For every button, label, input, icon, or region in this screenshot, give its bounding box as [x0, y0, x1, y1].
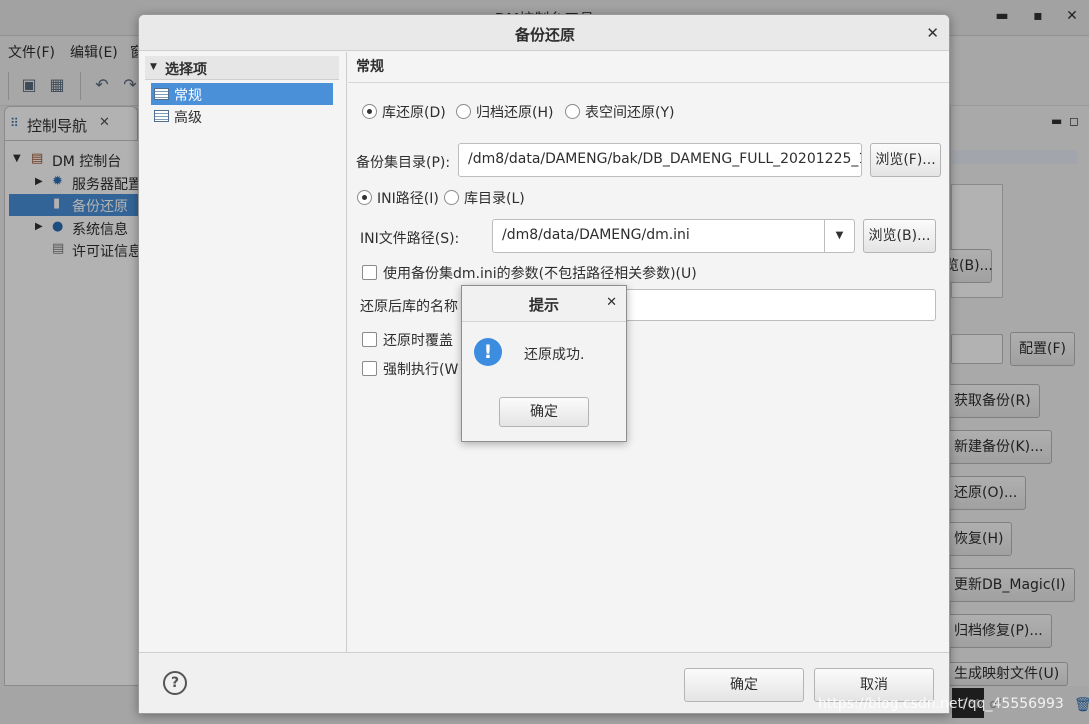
ini-path-label: INI文件路径(S): — [360, 231, 460, 247]
checkbox-label: 使用备份集dm.ini的参数(不包括路径相关参数)(U) — [383, 266, 697, 282]
option-advanced[interactable]: 高级 — [151, 105, 333, 127]
radio-selected-icon — [357, 190, 372, 205]
radio-db-dir[interactable]: 库目录(L) — [444, 188, 525, 208]
close-icon[interactable]: ✕ — [926, 24, 939, 42]
page-icon — [154, 88, 169, 100]
overwrite-checkbox[interactable]: 还原时覆盖 — [362, 330, 453, 350]
chevron-down-icon[interactable]: ▼ — [824, 220, 854, 252]
message-ok-button[interactable]: 确定 — [499, 397, 589, 427]
force-checkbox[interactable]: 强制执行(W — [362, 359, 458, 379]
message-box: 提示 ✕ ! 还原成功. 确定 — [461, 285, 627, 442]
option-label: 常规 — [174, 88, 202, 104]
options-header-label: 选择项 — [165, 62, 207, 78]
use-backup-ini-checkbox[interactable]: 使用备份集dm.ini的参数(不包括路径相关参数)(U) — [362, 263, 697, 283]
radio-label: 库还原(D) — [382, 105, 446, 121]
options-header[interactable]: ▼ 选择项 — [145, 56, 339, 80]
ini-path-combo[interactable]: /dm8/data/DAMENG/dm.ini ▼ — [492, 219, 855, 253]
checkbox-label: 强制执行(W — [383, 362, 459, 378]
radio-icon — [456, 104, 471, 119]
ok-button[interactable]: 确定 — [684, 668, 804, 702]
section-title: 常规 — [356, 59, 384, 75]
checkbox-icon — [362, 332, 377, 347]
restored-name-label: 还原后库的名称 — [360, 299, 458, 315]
browse-b-button[interactable]: 浏览(B)... — [863, 219, 936, 253]
radio-icon — [565, 104, 580, 119]
ini-path-value: /dm8/data/DAMENG/dm.ini — [502, 227, 690, 243]
radio-label: 库目录(L) — [464, 191, 525, 207]
checkbox-icon — [362, 361, 377, 376]
radio-ini-path[interactable]: INI路径(I) — [357, 188, 439, 208]
radio-db-restore[interactable]: 库还原(D) — [362, 102, 446, 122]
restored-name-field[interactable] — [618, 289, 936, 321]
checkbox-icon — [362, 265, 377, 280]
backup-dir-label: 备份集目录(P): — [356, 155, 451, 171]
radio-label: INI路径(I) — [377, 191, 439, 207]
browse-f-button[interactable]: 浏览(F)... — [870, 143, 941, 177]
watermark: https://blog.csdn.net/qq_45556993 — [818, 696, 1064, 712]
radio-label: 表空间还原(Y) — [585, 105, 675, 121]
radio-label: 归档还原(H) — [476, 105, 554, 121]
backup-dir-field[interactable]: /dm8/data/DAMENG/bak/DB_DAMENG_FULL_2020… — [458, 143, 862, 177]
message-box-titlebar: 提示 ✕ — [462, 286, 626, 322]
info-icon: ! — [474, 338, 502, 366]
options-panel: ▼ 选择项 常规 高级 — [139, 52, 347, 652]
radio-archive-restore[interactable]: 归档还原(H) — [456, 102, 553, 122]
dialog-titlebar: 备份还原 ✕ — [139, 15, 949, 51]
option-label: 高级 — [174, 110, 202, 126]
radio-icon — [444, 190, 459, 205]
expand-arrow-icon: ▼ — [150, 62, 157, 72]
section-divider — [348, 82, 949, 83]
radio-selected-icon — [362, 104, 377, 119]
checkbox-label: 还原时覆盖 — [383, 333, 453, 349]
general-page: 常规 库还原(D) 归档还原(H) 表空间还原(Y) 备份集目录(P): /dm… — [348, 52, 949, 652]
option-general[interactable]: 常规 — [151, 83, 333, 105]
message-box-title: 提示 — [528, 296, 559, 314]
radio-tablespace-restore[interactable]: 表空间还原(Y) — [565, 102, 674, 122]
page-icon — [154, 110, 169, 122]
help-icon[interactable]: ? — [163, 671, 187, 695]
message-text: 还原成功. — [524, 347, 585, 363]
dialog-title: 备份还原 — [514, 26, 575, 44]
close-icon[interactable]: ✕ — [606, 295, 617, 310]
